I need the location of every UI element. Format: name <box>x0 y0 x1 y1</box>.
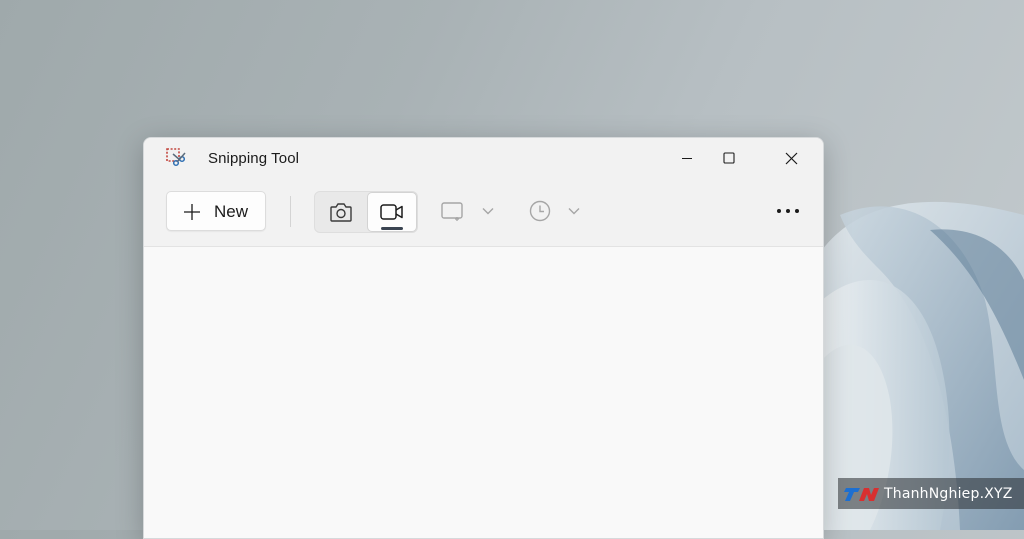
title-bar[interactable]: Snipping Tool <box>144 138 823 180</box>
rectangle-select-icon <box>441 202 463 221</box>
clock-icon <box>529 200 551 222</box>
minimize-button[interactable] <box>664 138 710 178</box>
new-snip-button[interactable]: New <box>166 191 266 231</box>
close-icon <box>785 152 797 164</box>
toolbar-divider <box>290 196 291 227</box>
watermark: ThanhNghiep.XYZ <box>838 478 1024 509</box>
minimize-icon <box>682 157 692 160</box>
snip-shape-dropdown[interactable] <box>440 191 494 231</box>
chevron-down-icon <box>568 208 580 215</box>
maximize-button[interactable] <box>706 138 752 178</box>
window-title: Snipping Tool <box>208 150 300 167</box>
chevron-down-icon <box>482 208 494 215</box>
capture-mode-toggle <box>314 191 418 233</box>
new-button-label: New <box>214 202 249 221</box>
snipping-tool-app-icon <box>166 148 186 167</box>
watermark-text: ThanhNghiep.XYZ <box>884 485 1013 502</box>
capture-canvas-area <box>144 247 823 538</box>
close-button[interactable] <box>768 138 814 178</box>
camera-icon <box>330 203 352 222</box>
delay-dropdown[interactable] <box>528 191 580 231</box>
watermark-logo <box>844 487 879 501</box>
selected-mode-indicator <box>381 227 403 230</box>
toolbar: New <box>144 180 823 247</box>
snip-mode-button[interactable] <box>315 192 367 232</box>
maximize-icon <box>723 152 735 164</box>
more-horizontal-icon <box>777 209 799 213</box>
plus-icon <box>184 204 200 220</box>
more-options-button[interactable] <box>768 193 808 229</box>
snipping-tool-window: Snipping Tool New <box>143 137 824 539</box>
video-camera-icon <box>380 204 403 220</box>
record-mode-button[interactable] <box>367 192 417 232</box>
